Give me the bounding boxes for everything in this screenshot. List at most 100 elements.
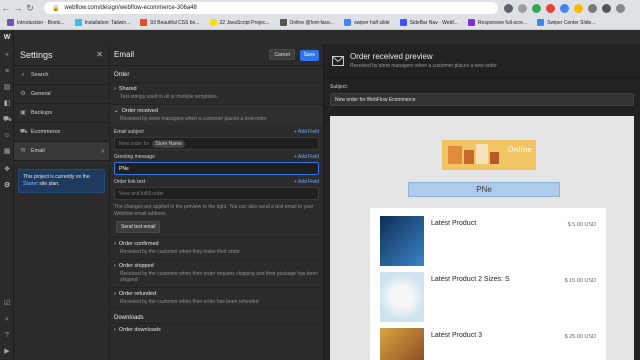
back-icon[interactable]: ←: [0, 2, 12, 14]
browser-chrome: ← → ↻ 🔒 webflow.com/design/webflow-ecomm…: [0, 0, 640, 30]
save-button[interactable]: Save: [299, 49, 319, 61]
extension-icon[interactable]: [532, 3, 541, 13]
settings-item-ecommerce[interactable]: ⛟ Ecommerce: [14, 123, 109, 142]
product-price: $ 5.00 USD: [567, 222, 596, 228]
close-icon[interactable]: ✕: [96, 50, 103, 59]
cancel-button[interactable]: Cancel: [269, 48, 295, 60]
group-title: Shared: [118, 86, 137, 92]
chevron-right-icon: ›: [114, 327, 116, 333]
email-render: Online PNe Latest Product $ 5.00 USD Lat…: [330, 116, 634, 360]
product-row: Latest Product $ 5.00 USD: [380, 216, 596, 266]
puzzle-icon[interactable]: [588, 3, 597, 13]
apps-icon[interactable]: ❖: [3, 166, 11, 174]
field-label: Order link text: [114, 179, 146, 185]
group-order-received[interactable]: ⌄ Order received Received by store manage…: [110, 103, 323, 125]
store-banner-image: Online: [442, 140, 536, 170]
bookmark[interactable]: swiper half slide: [340, 19, 394, 26]
bookmark-favicon-icon: [7, 19, 14, 26]
product-name: Latest Product: [431, 220, 477, 227]
add-field-link[interactable]: + Add Field: [294, 154, 319, 160]
assets-icon[interactable]: ▦: [3, 148, 11, 156]
group-title: Order received: [121, 107, 158, 114]
extension-icon[interactable]: [574, 3, 583, 13]
section-downloads-label: Downloads: [110, 308, 323, 323]
store-name-chip[interactable]: Store Name: [152, 139, 185, 148]
email-subject-input[interactable]: New order for Store Name: [114, 137, 319, 150]
bookmark-favicon-icon: [344, 19, 352, 26]
bookmark[interactable]: Online @font-face...: [276, 19, 339, 26]
group-title: Order shipped: [118, 262, 154, 269]
designer-left-rail: W + ≡ ▤ ◧ ⛟ ☺ ▦ ❖ ⚙ ☑ ⌕ ? ▶: [0, 30, 14, 360]
bookmark-favicon-icon: [467, 19, 475, 26]
subject-prefix: New order for: [119, 140, 150, 147]
profile-avatar[interactable]: [602, 3, 611, 13]
video-icon[interactable]: ▶: [3, 348, 11, 356]
ecommerce-icon[interactable]: ⛟: [3, 116, 12, 124]
bookmark-star-icon[interactable]: [518, 3, 527, 13]
product-row: Latest Product 3 $ 25.00 USD: [380, 328, 596, 360]
link-field-row: Order link text + Add Field: [110, 175, 323, 187]
bookmark-favicon-icon: [537, 19, 545, 26]
order-link-text-input[interactable]: View and fulfill order: [114, 187, 319, 200]
bookmark[interactable]: Responsive full-scre...: [464, 19, 531, 26]
forward-icon[interactable]: →: [12, 2, 24, 14]
help-icon[interactable]: ?: [3, 332, 11, 340]
audit-icon[interactable]: ☑: [3, 300, 11, 308]
webflow-logo-icon[interactable]: W: [3, 34, 11, 42]
search-icon[interactable]: ⌕: [3, 316, 11, 324]
greeting-message-input[interactable]: PNe: [114, 162, 319, 175]
group-order-refunded[interactable]: › Order refunded Received by the customer…: [110, 286, 323, 309]
address-bar[interactable]: 🔒 webflow.com/design/webflow-ecommerce-3…: [44, 2, 498, 14]
bookmark[interactable]: 22 JavaScript Projec...: [206, 19, 274, 26]
mail-icon: ✉: [20, 148, 26, 154]
settings-panel: Settings ✕ ⌕ Search ⚙ General ▣ Backups …: [14, 44, 110, 360]
bookmark[interactable]: SideBar Nav · Webf...: [396, 19, 462, 26]
send-test-email-button[interactable]: Send test email: [116, 221, 161, 233]
settings-gear-icon[interactable]: ⚙: [3, 182, 11, 190]
bookmark-favicon-icon: [74, 19, 82, 26]
more-menu-icon[interactable]: [616, 3, 625, 13]
bookmark[interactable]: Swiper Center Slide...: [533, 19, 599, 26]
product-image: [380, 272, 424, 322]
subject-preview: New order for WebFlow Ecommerce: [330, 93, 634, 106]
email-preview-pane: Order received preview Received by store…: [324, 44, 640, 360]
reload-icon[interactable]: ↻: [24, 2, 36, 14]
cms-icon[interactable]: ◧: [3, 100, 11, 108]
group-description: Received by the customer when their orde…: [120, 270, 318, 284]
navigator-icon[interactable]: ≡: [3, 68, 11, 76]
group-description: Text strings used in all or multiple tem…: [120, 94, 219, 100]
plan-link[interactable]: Starter: [23, 181, 38, 187]
add-field-link[interactable]: + Add Field: [294, 129, 319, 135]
lock-icon: 🔒: [52, 5, 60, 12]
add-panel-icon[interactable]: +: [3, 52, 11, 60]
pages-icon[interactable]: ▤: [3, 84, 11, 92]
group-order-confirmed[interactable]: › Order confirmed Received by the custome…: [110, 237, 323, 259]
bookmark[interactable]: Installation: Tailwin...: [71, 19, 135, 26]
settings-item-search[interactable]: ⌕ Search: [14, 66, 109, 85]
gear-icon: ⚙: [20, 91, 26, 97]
group-shared[interactable]: › Shared Text strings used in all or mult…: [110, 82, 323, 104]
settings-item-email[interactable]: ✉ Email ›: [14, 142, 109, 161]
group-order-downloads[interactable]: › Order downloads: [110, 323, 323, 336]
share-icon[interactable]: [504, 3, 513, 13]
extension-icon[interactable]: [546, 3, 555, 13]
add-field-link[interactable]: + Add Field: [294, 179, 319, 185]
bookmark[interactable]: 93 Beautiful CSS bo...: [136, 19, 203, 26]
field-label: Greeting message: [114, 154, 155, 160]
settings-item-label: Backups: [31, 110, 53, 116]
group-order-shipped[interactable]: › Order shipped Received by the customer …: [110, 258, 323, 287]
cart-icon: ⛟: [20, 129, 28, 135]
product-image: [380, 328, 424, 360]
settings-item-general[interactable]: ⚙ General: [14, 85, 109, 104]
greeting-value: PNe: [119, 165, 129, 172]
backup-icon: ▣: [20, 110, 26, 116]
field-label: Email subject: [114, 129, 144, 135]
bookmark[interactable]: Introduction · Boots...: [3, 19, 69, 26]
settings-item-backups[interactable]: ▣ Backups: [14, 104, 109, 123]
preview-header: Order received preview Received by store…: [324, 44, 640, 78]
users-icon[interactable]: ☺: [3, 132, 11, 140]
preview-helper-text: The changes are applied in the preview t…: [114, 204, 314, 217]
product-name: Latest Product 2 Sizes: S: [431, 276, 510, 283]
chevron-down-icon: ⌄: [114, 107, 119, 114]
extension-icon[interactable]: [560, 3, 569, 13]
